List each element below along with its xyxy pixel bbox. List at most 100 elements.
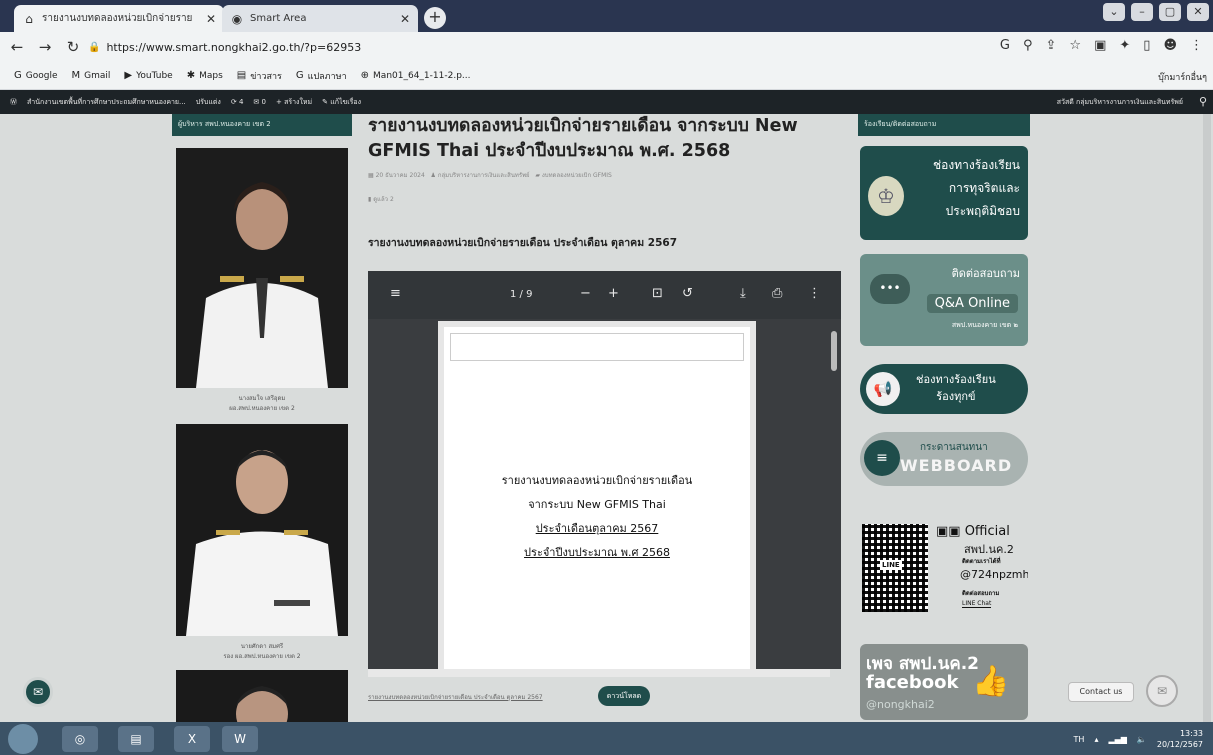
wp-comments[interactable]: ✉ 0	[253, 98, 266, 106]
search-icon[interactable]: ⚲	[1199, 95, 1207, 108]
wp-edit[interactable]: ✎ แก้ไขเรื่อง	[322, 97, 361, 108]
sidebar-icon[interactable]: ▯	[1143, 38, 1150, 53]
bookmark-translate[interactable]: G แปลภาษา	[296, 69, 347, 83]
line-add: ติดตามเราได้ที่	[962, 558, 1001, 565]
chat-icon: ≡	[864, 440, 900, 476]
pdf-horizontal-scrollbar[interactable]	[368, 669, 830, 677]
banner1-line: ประพฤติมิชอบ	[945, 204, 1020, 218]
tray-arrow-icon[interactable]: ▴	[1094, 735, 1098, 744]
pdf-viewer[interactable]: ≡ 1 / 9 − + ⊡ ↺ ⤓ ⎙ ⋮ รายงานงบทดลองหน่วย…	[368, 271, 841, 677]
bookmark-label: แปลภาษา	[307, 71, 347, 82]
tab-title: Smart Area	[250, 13, 307, 24]
line-chat: LINE Chat	[962, 600, 992, 608]
bookmark-news[interactable]: ▤ ข่าวสาร	[237, 69, 282, 83]
webboard-banner[interactable]: ≡ กระดานสนทนา WEBBOARD	[860, 432, 1028, 486]
google-lens-icon[interactable]: G	[1000, 38, 1010, 53]
deputy-photo	[176, 424, 348, 636]
download-button[interactable]: ดาวน์โหลด	[598, 686, 650, 706]
download-icon[interactable]: ⤓	[740, 286, 746, 301]
wp-user-greeting[interactable]: สวัสดี กลุ่มบริหารงานการเงินและสินทรัพย์	[1057, 97, 1183, 108]
other-bookmarks[interactable]: บุ๊กมาร์กอื่นๆ	[1158, 70, 1207, 84]
maximize-button[interactable]: ▢	[1159, 3, 1181, 21]
menu-icon[interactable]: ⋮	[1190, 38, 1203, 53]
bookmark-youtube[interactable]: ▶ YouTube	[124, 70, 172, 81]
bookmark-gmail[interactable]: M Gmail	[72, 70, 111, 81]
contact-us-button[interactable]: Contact us	[1068, 682, 1134, 702]
zoom-out-icon[interactable]: −	[580, 286, 591, 301]
close-window-button[interactable]: ✕	[1187, 3, 1209, 21]
bookmarks-bar: G Google M Gmail ▶ YouTube ✱ Maps ▤ ข่าวสาร G…	[0, 62, 1213, 90]
line-official-label: ▣▣ Official	[936, 524, 1010, 539]
volume-icon[interactable]: 🔈	[1137, 735, 1147, 744]
zoom-icon[interactable]: ⚲	[1023, 38, 1033, 53]
wp-edit-label: แก้ไขเรื่อง	[330, 97, 362, 106]
tab-smart-area[interactable]: ◉ Smart Area ✕	[222, 5, 418, 32]
share-icon[interactable]: ⇪	[1046, 38, 1057, 53]
tab-active[interactable]: ⌂ รายงานงบทดลองหน่วยเบิกจ่ายราย ✕	[14, 5, 224, 32]
line-official-banner[interactable]: LINE ▣▣ Official สพป.นค.2 ติดตามเราได้ที…	[860, 516, 1028, 628]
chrome-taskbar-icon[interactable]: ◎	[62, 726, 98, 752]
updates-count: 4	[238, 98, 244, 106]
comments-count: 0	[261, 98, 266, 106]
file-explorer-icon[interactable]: ▤	[118, 726, 154, 752]
word-icon[interactable]: W	[222, 726, 258, 752]
close-tab-icon[interactable]: ✕	[400, 12, 410, 26]
qa-online-banner[interactable]: ••• ติดต่อสอบถาม Q&A Online สพป.หนองคาย …	[860, 254, 1028, 346]
wp-customize[interactable]: ปรับแต่ง	[196, 97, 221, 108]
author-icon: ♟	[430, 172, 436, 179]
fit-page-icon[interactable]: ⊡	[652, 286, 663, 301]
bookmark-star-icon[interactable]: ☆	[1069, 38, 1081, 53]
start-button[interactable]	[8, 724, 38, 754]
contact-chat-icon[interactable]: ✉	[1146, 675, 1178, 707]
window-controls: ⌄ – ▢ ✕	[1103, 3, 1209, 21]
extensions-icon[interactable]: ▣	[1094, 38, 1106, 53]
banner1-line: การทุจริตและ	[948, 181, 1020, 195]
bookmark-maps[interactable]: ✱ Maps	[187, 70, 223, 81]
left-sidebar-heading: ผู้บริหาร สพป.หนองคาย เขต 2	[172, 114, 352, 136]
clock[interactable]: 13:33 20/12/2567	[1157, 728, 1203, 750]
zoom-in-icon[interactable]: +	[608, 286, 619, 301]
emblem-icon: ♔	[868, 176, 904, 216]
profile-icon[interactable]: ☻	[1163, 38, 1177, 53]
corruption-complaint-banner[interactable]: ♔ ช่องทางร้องเรียน การทุจริตและ ประพฤติม…	[860, 146, 1028, 240]
print-icon[interactable]: ⎙	[772, 286, 782, 301]
complaint-channel-banner[interactable]: 📢 ช่องทางร้องเรียน ร้องทุกข์	[860, 364, 1028, 414]
forward-icon[interactable]: →	[34, 38, 56, 56]
tab-search-icon[interactable]: ⌄	[1103, 3, 1125, 21]
puzzle-icon[interactable]: ✦	[1119, 38, 1130, 53]
new-tab-button[interactable]: +	[424, 7, 446, 29]
minimize-button[interactable]: –	[1131, 3, 1153, 21]
wp-site-name[interactable]: สำนักงานเขตพื้นที่การศึกษาประถมศึกษาหนอง…	[27, 97, 186, 108]
back-icon[interactable]: ←	[6, 38, 28, 56]
download-link[interactable]: รายงานงบทดลองหน่วยเบิกจ่ายรายเดือน ประจำ…	[368, 692, 543, 702]
facebook-banner[interactable]: เพจ สพป.นค.2 facebook @nongkhai2 👍	[860, 644, 1028, 720]
excel-icon[interactable]: X	[174, 726, 210, 752]
post-author[interactable]: กลุ่มบริหารงานการเงินและสินทรัพย์	[438, 172, 530, 179]
pdf-menu-icon[interactable]: ≡	[390, 286, 401, 301]
pdf-scrollbar[interactable]	[831, 331, 837, 371]
left-sidebar: ผู้บริหาร สพป.หนองคาย เขต 2 นางสมใจ เสรี…	[172, 114, 352, 722]
wp-new[interactable]: + สร้างใหม่	[276, 97, 312, 108]
wp-updates[interactable]: ⟳ 4	[231, 98, 244, 106]
url-input[interactable]: 🔒 https://www.smart.nongkhai2.go.th/?p=6…	[88, 35, 968, 59]
post-views: ▮ ดูแล้ว 2	[368, 194, 394, 204]
banner1-text: ช่องทางร้องเรียน การทุจริตและ ประพฤติมิช…	[933, 154, 1020, 223]
more-icon[interactable]: ⋮	[808, 286, 821, 301]
chat-widget-icon[interactable]: ✉	[23, 677, 53, 707]
qa-title: ติดต่อสอบถาม	[951, 267, 1020, 280]
close-tab-icon[interactable]: ✕	[206, 12, 216, 26]
post-category[interactable]: งบทดลองหน่วยเบิก GFMIS	[542, 172, 612, 179]
bookmark-pdf[interactable]: ⊕ Man01_64_1-11-2.p...	[361, 70, 471, 81]
clock-time: 13:33	[1179, 729, 1203, 738]
page-scrollbar[interactable]	[1203, 114, 1211, 722]
qa-sub: สพป.หนองคาย เขต ๒	[951, 321, 1018, 329]
post-subheading: รายงานงบทดลองหน่วยเบิกจ่ายรายเดือน ประจำ…	[368, 237, 677, 249]
reload-icon[interactable]: ↻	[62, 38, 84, 56]
language-indicator[interactable]: TH	[1074, 735, 1085, 744]
webboard-title: กระดานสนทนา	[920, 442, 988, 453]
bookmark-label: Gmail	[84, 70, 111, 81]
pdf-page-indicator[interactable]: 1 / 9	[510, 289, 532, 300]
wordpress-icon[interactable]: Ⓦ	[10, 97, 17, 107]
bookmark-google[interactable]: G Google	[14, 70, 58, 81]
rotate-icon[interactable]: ↺	[682, 286, 693, 301]
